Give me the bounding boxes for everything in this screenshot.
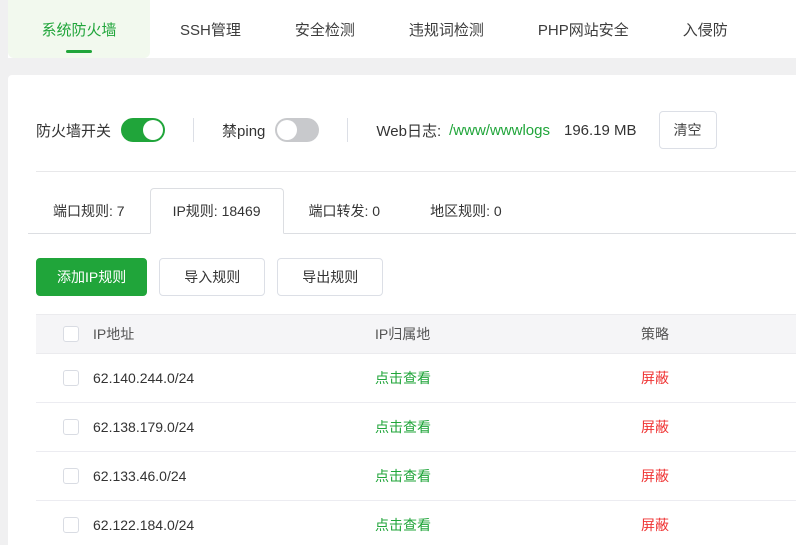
top-tab-intrusion[interactable]: 入侵防 (683, 0, 728, 58)
section-divider (36, 171, 796, 172)
top-tab-label: PHP网站安全 (538, 19, 629, 40)
switch-row: 防火墙开关 禁ping Web日志: /www/wwwlogs 196.19 M… (8, 75, 796, 171)
column-header-location: IP归属地 (375, 324, 641, 344)
table-row: 62.138.179.0/24 点击查看 屏蔽 (36, 403, 796, 452)
table-row: 62.140.244.0/24 点击查看 屏蔽 (36, 354, 796, 403)
active-tab-underline (66, 50, 92, 53)
ip-location-link[interactable]: 点击查看 (375, 370, 431, 386)
table-row: 62.133.46.0/24 点击查看 屏蔽 (36, 452, 796, 501)
page-gap (8, 58, 796, 75)
ip-location-link[interactable]: 点击查看 (375, 419, 431, 435)
toggle-knob (277, 120, 297, 140)
toolbar: 添加IP规则 导入规则 导出规则 (36, 258, 796, 296)
add-ip-rule-button[interactable]: 添加IP规则 (36, 258, 147, 296)
ip-address: 62.122.184.0/24 (93, 517, 375, 533)
rule-tab-port-forward[interactable]: 端口转发: 0 (284, 189, 406, 233)
ping-switch-label: 禁ping (222, 120, 265, 141)
top-tab-label: 违规词检测 (409, 19, 484, 40)
ip-rules-table: IP地址 IP归属地 策略 62.140.244.0/24 点击查看 屏蔽 62… (36, 314, 796, 545)
ip-address: 62.138.179.0/24 (93, 419, 375, 435)
firewall-switch-label: 防火墙开关 (36, 120, 111, 141)
page: 系统防火墙 SSH管理 安全检测 违规词检测 PHP网站安全 入侵防 防火墙开关… (0, 0, 796, 545)
ip-address: 62.140.244.0/24 (93, 370, 375, 386)
rule-tabs: 端口规则: 7 IP规则: 18469 端口转发: 0 地区规则: 0 (28, 188, 796, 234)
weblog-label: Web日志: (376, 120, 441, 141)
top-tab-label: 入侵防 (683, 19, 728, 40)
clear-log-button[interactable]: 清空 (659, 111, 717, 149)
rule-tab-region-rules[interactable]: 地区规则: 0 (405, 189, 527, 233)
top-tab-ssh[interactable]: SSH管理 (180, 0, 241, 58)
policy-link[interactable]: 屏蔽 (641, 468, 669, 484)
top-nav: 系统防火墙 SSH管理 安全检测 违规词检测 PHP网站安全 入侵防 (8, 0, 796, 58)
ip-location-link[interactable]: 点击查看 (375, 468, 431, 484)
top-tab-banned-words[interactable]: 违规词检测 (409, 0, 484, 58)
ip-address: 62.133.46.0/24 (93, 468, 375, 484)
top-tab-label: 安全检测 (295, 19, 355, 40)
toggle-knob (143, 120, 163, 140)
top-tab-security-scan[interactable]: 安全检测 (295, 0, 355, 58)
firewall-card: 防火墙开关 禁ping Web日志: /www/wwwlogs 196.19 M… (8, 75, 796, 545)
table-row: 62.122.184.0/24 点击查看 屏蔽 (36, 501, 796, 545)
column-header-policy: 策略 (641, 324, 796, 344)
weblog-path-link[interactable]: /www/wwwlogs (449, 122, 550, 139)
table-header: IP地址 IP归属地 策略 (36, 314, 796, 354)
vertical-divider (193, 118, 194, 142)
export-rules-button[interactable]: 导出规则 (277, 258, 383, 296)
policy-link[interactable]: 屏蔽 (641, 370, 669, 386)
top-tab-label: SSH管理 (180, 19, 241, 40)
select-all-checkbox[interactable] (63, 326, 79, 342)
import-rules-button[interactable]: 导入规则 (159, 258, 265, 296)
row-checkbox[interactable] (63, 370, 79, 386)
rule-tab-port-rules[interactable]: 端口规则: 7 (28, 189, 150, 233)
vertical-divider (347, 118, 348, 142)
column-header-ip: IP地址 (93, 324, 375, 344)
rule-tab-ip-rules[interactable]: IP规则: 18469 (150, 188, 284, 234)
top-tab-label: 系统防火墙 (41, 19, 116, 40)
top-tab-system-firewall[interactable]: 系统防火墙 (8, 0, 150, 58)
ip-location-link[interactable]: 点击查看 (375, 517, 431, 533)
row-checkbox[interactable] (63, 517, 79, 533)
ping-switch-toggle[interactable] (275, 118, 319, 142)
row-checkbox[interactable] (63, 468, 79, 484)
policy-link[interactable]: 屏蔽 (641, 517, 669, 533)
weblog-size: 196.19 MB (564, 122, 637, 139)
top-tab-php-site-security[interactable]: PHP网站安全 (538, 0, 629, 58)
firewall-switch-toggle[interactable] (121, 118, 165, 142)
row-checkbox[interactable] (63, 419, 79, 435)
policy-link[interactable]: 屏蔽 (641, 419, 669, 435)
